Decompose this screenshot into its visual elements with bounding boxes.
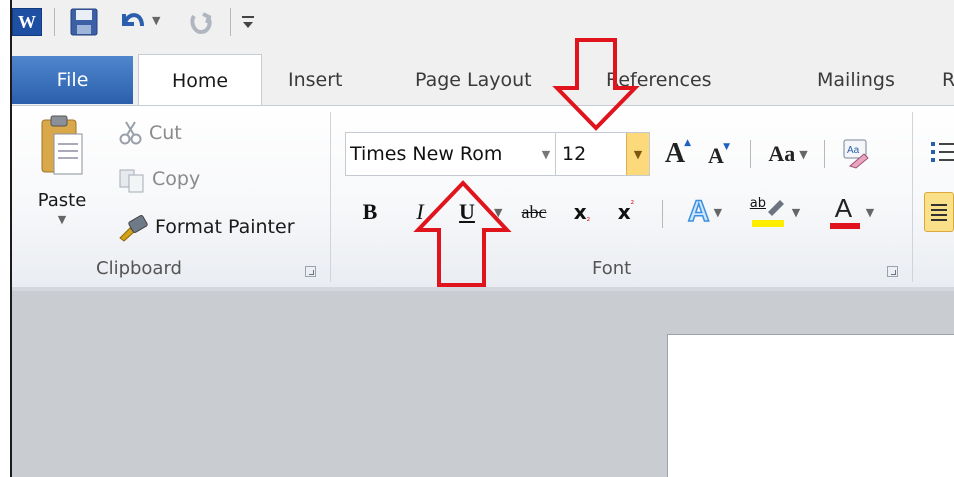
change-case-dropdown-icon: ▼ bbox=[799, 147, 808, 161]
font-color-icon: A bbox=[828, 193, 862, 231]
tab-review-label: R bbox=[942, 69, 954, 91]
subscript-dot-icon: ₂ bbox=[586, 214, 591, 224]
italic-icon: I bbox=[416, 199, 424, 224]
font-group-label: Font bbox=[592, 258, 632, 279]
save-icon[interactable] bbox=[70, 8, 98, 36]
align-left-icon bbox=[931, 204, 947, 221]
align-left-button[interactable] bbox=[924, 192, 954, 232]
font-color-bar bbox=[829, 223, 860, 229]
clear-formatting-button[interactable]: Aa bbox=[836, 134, 874, 172]
customize-qat-icon[interactable] bbox=[240, 12, 256, 32]
shrink-arrow-icon: ▼ bbox=[723, 142, 730, 152]
font-separator bbox=[824, 140, 825, 168]
tab-references-label: References bbox=[606, 69, 712, 91]
shrink-font-icon: A bbox=[708, 143, 724, 168]
font-color-button[interactable]: A ▼ bbox=[820, 192, 882, 232]
format-painter-button[interactable]: Format Painter bbox=[155, 216, 295, 238]
copy-icon bbox=[118, 168, 146, 194]
font-dialog-launcher-icon[interactable] bbox=[887, 266, 898, 277]
paste-button[interactable]: Paste ▼ bbox=[32, 114, 92, 244]
subscript-button[interactable]: x ₂ bbox=[564, 194, 600, 230]
grow-arrow-icon: ▲ bbox=[684, 138, 691, 148]
tab-page-layout[interactable]: Page Layout bbox=[415, 60, 532, 100]
font-color-letter: A bbox=[834, 193, 853, 223]
underline-dropdown-icon[interactable]: ▼ bbox=[494, 206, 502, 219]
font-size-dropdown-icon[interactable]: ▼ bbox=[626, 133, 649, 175]
bullets-icon bbox=[931, 142, 954, 162]
font-name-combobox[interactable]: Times New Rom ▼ bbox=[345, 132, 558, 176]
shrink-font-button[interactable]: A ▼ bbox=[700, 138, 732, 174]
document-page[interactable] bbox=[667, 334, 954, 477]
left-border-line bbox=[10, 0, 12, 477]
font-size-combobox[interactable]: 12 ▼ bbox=[555, 132, 650, 176]
font-name-dropdown-icon[interactable]: ▼ bbox=[535, 133, 557, 175]
tab-insert[interactable]: Insert bbox=[288, 60, 343, 100]
paste-icon bbox=[41, 115, 83, 175]
paste-label: Paste bbox=[37, 190, 87, 211]
font-color-dropdown-icon: ▼ bbox=[865, 205, 875, 219]
text-effects-dropdown-icon: ▼ bbox=[713, 205, 723, 219]
font-name-value: Times New Rom bbox=[350, 143, 503, 165]
cut-icon bbox=[118, 120, 144, 146]
word-window: W ▼ File Home Insert Page Layout Referen… bbox=[0, 0, 954, 477]
tab-file[interactable]: File bbox=[12, 56, 133, 104]
tab-mailings-label: Mailings bbox=[817, 69, 895, 91]
italic-button[interactable]: I bbox=[405, 194, 435, 230]
bold-button[interactable]: B bbox=[355, 194, 385, 230]
ribbon-home: Paste ▼ Cut Copy Format Painter Clipboar… bbox=[12, 105, 954, 288]
clear-formatting-icon: Aa bbox=[843, 139, 869, 169]
cut-button[interactable]: Cut bbox=[149, 122, 182, 144]
qat-separator bbox=[54, 8, 55, 36]
text-effects-icon: A bbox=[687, 194, 710, 229]
tab-home-label: Home bbox=[171, 69, 229, 92]
superscript-button[interactable]: x ² bbox=[608, 194, 644, 230]
superscript-dot-icon: ² bbox=[630, 200, 635, 210]
app-icon-letter: W bbox=[18, 11, 36, 32]
change-case-icon: Aa bbox=[768, 141, 796, 166]
copy-button[interactable]: Copy bbox=[152, 168, 200, 190]
tab-home[interactable]: Home bbox=[138, 54, 262, 106]
undo-icon[interactable] bbox=[116, 6, 146, 36]
bold-icon: B bbox=[362, 199, 378, 224]
qat-separator bbox=[230, 8, 231, 36]
tab-insert-label: Insert bbox=[288, 69, 343, 91]
tab-mailings[interactable]: Mailings bbox=[817, 60, 895, 100]
clipboard-dialog-launcher-icon[interactable] bbox=[305, 266, 316, 277]
format-painter-icon bbox=[116, 214, 148, 242]
tab-file-label: File bbox=[56, 69, 89, 91]
highlight-icon: ab bbox=[750, 194, 786, 230]
font-size-value: 12 bbox=[562, 143, 587, 165]
tab-page-layout-label: Page Layout bbox=[415, 69, 532, 91]
change-case-button[interactable]: Aa ▼ bbox=[764, 136, 812, 172]
undo-dropdown-icon[interactable]: ▼ bbox=[152, 14, 160, 27]
redo-icon[interactable] bbox=[188, 8, 214, 36]
tab-references[interactable]: References bbox=[606, 60, 712, 100]
group-separator bbox=[330, 112, 331, 282]
underline-button[interactable]: U bbox=[452, 194, 482, 230]
ribbon-tab-bar: File Home Insert Page Layout References … bbox=[12, 50, 954, 106]
underline-icon: U bbox=[459, 199, 475, 224]
subscript-icon: x bbox=[573, 200, 587, 224]
highlight-dropdown-icon: ▼ bbox=[791, 205, 801, 219]
quick-access-toolbar: W ▼ bbox=[12, 0, 954, 50]
highlight-button[interactable]: ab ▼ bbox=[742, 192, 808, 232]
superscript-icon: x bbox=[617, 200, 631, 224]
group-separator bbox=[912, 112, 913, 282]
paste-dropdown-icon: ▼ bbox=[57, 213, 67, 226]
word-app-icon[interactable]: W bbox=[12, 8, 42, 36]
clipboard-group-label: Clipboard bbox=[96, 258, 182, 279]
text-effects-button[interactable]: A ▼ bbox=[677, 194, 733, 230]
tab-review[interactable]: R bbox=[942, 60, 954, 100]
strikethrough-button[interactable]: abc bbox=[512, 194, 556, 230]
grow-font-icon: A bbox=[664, 138, 686, 169]
bullets-button[interactable] bbox=[930, 138, 954, 166]
grow-font-button[interactable]: A ▲ bbox=[657, 134, 693, 174]
svg-text:Aa: Aa bbox=[847, 145, 860, 156]
strikethrough-icon: abc bbox=[521, 201, 547, 222]
font-separator bbox=[662, 200, 663, 228]
font-separator bbox=[750, 140, 751, 168]
